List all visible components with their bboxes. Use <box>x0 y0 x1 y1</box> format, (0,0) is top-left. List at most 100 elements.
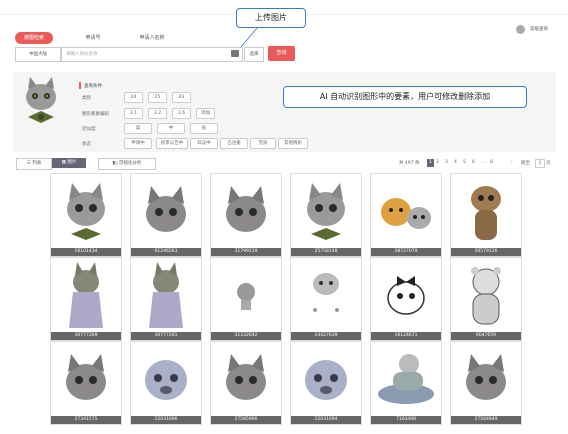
cat-icon <box>66 354 106 400</box>
cat-bow-icon <box>67 183 105 240</box>
visual-analysis-label: 可视化分析 <box>118 161 142 166</box>
result-id: 01246563 <box>131 248 201 256</box>
page-number[interactable]: 4 <box>454 160 457 165</box>
husky-icon <box>149 262 183 328</box>
result-card[interactable]: 28727079 <box>370 173 442 257</box>
cat-standing-icon <box>471 186 501 240</box>
result-id: 6047659 <box>451 332 521 340</box>
filter-label-figure-code: 图形要素编码 <box>82 112 109 117</box>
page-number[interactable]: ... <box>481 160 485 165</box>
result-id: 28727079 <box>371 248 441 256</box>
result-id: 7163498 <box>371 416 441 424</box>
page-number[interactable]: 5 <box>463 160 466 165</box>
figure-code-3-1[interactable]: 3.1 <box>124 108 143 119</box>
page-number[interactable]: 3 <box>445 160 448 165</box>
query-image-thumbnail <box>26 77 56 123</box>
result-id: 14427639 <box>291 332 361 340</box>
class-tag-24[interactable]: 24 <box>124 92 143 103</box>
figure-code-3-2[interactable]: 3.2 <box>148 108 167 119</box>
result-card[interactable]: 22031096 <box>130 341 202 425</box>
result-card[interactable]: 31332642 <box>210 257 282 341</box>
prev-page-icon[interactable]: ‹ <box>418 160 420 165</box>
status-invalid[interactable]: 无效 <box>250 138 276 149</box>
class-tag-25[interactable]: 25 <box>148 92 167 103</box>
similarity-medium[interactable]: 中 <box>157 123 185 134</box>
result-card[interactable]: 30777261 <box>130 257 202 341</box>
result-id: 27341575 <box>51 416 121 424</box>
result-id: 30777269 <box>51 332 121 340</box>
result-id: 16101434 <box>51 248 121 256</box>
cat-icon <box>146 186 186 232</box>
pug-icon <box>145 360 187 400</box>
camera-icon[interactable] <box>231 50 239 57</box>
grid-view-label: 图片 <box>67 160 77 165</box>
result-id: 31332642 <box>211 332 281 340</box>
result-id: 20579126 <box>451 248 521 256</box>
add-figure-code-button[interactable]: 添加 <box>196 108 215 119</box>
result-card[interactable]: 31799219 <box>210 173 282 257</box>
result-id: 30777261 <box>131 332 201 340</box>
query-button[interactable]: 查询 <box>268 46 295 61</box>
result-id: 22031094 <box>291 416 361 424</box>
result-card[interactable]: 16101434 <box>50 173 122 257</box>
list-view-button[interactable]: ☰ 列表 <box>16 158 52 170</box>
result-id: 27504949 <box>451 416 521 424</box>
goto-page-input[interactable]: 1 <box>535 159 545 168</box>
visual-analysis-button[interactable]: ▮▯ 可视化分析 <box>98 158 156 170</box>
result-id: 27585966 <box>211 416 281 424</box>
status-registered[interactable]: 已注册 <box>220 138 248 149</box>
page-number[interactable]: 2 <box>436 160 439 165</box>
page-number[interactable]: 6 <box>472 160 475 165</box>
similarity-high[interactable]: 高 <box>124 123 152 134</box>
pug-icon <box>305 360 347 400</box>
status-preliminary[interactable]: 初审公告中 <box>156 138 188 149</box>
result-id: 16124671 <box>371 332 441 340</box>
cat-bow-icon <box>307 183 345 240</box>
figure-code-3-6[interactable]: 3.6 <box>172 108 191 119</box>
filter-label-similarity: 近似度 <box>82 127 96 132</box>
result-id: 25758148 <box>291 248 361 256</box>
cat-icon <box>466 354 506 400</box>
cat-sketch-icon <box>313 273 339 312</box>
status-other[interactable]: 其他情形 <box>278 138 308 149</box>
result-card[interactable]: 16124671 <box>370 257 442 341</box>
filter-title-marker <box>79 82 81 89</box>
result-card[interactable]: 22031094 <box>290 341 362 425</box>
browse-button[interactable]: 选择 <box>244 47 264 62</box>
goto-unit: 页 <box>546 161 551 166</box>
result-card[interactable]: 27585966 <box>210 341 282 425</box>
similarity-low[interactable]: 低 <box>190 123 218 134</box>
result-card[interactable]: 25758148 <box>290 173 362 257</box>
class-tag-43[interactable]: 43 <box>172 92 191 103</box>
result-count: 共 497 条 <box>399 161 420 166</box>
result-card[interactable]: 27504949 <box>450 341 522 425</box>
small-cat-icon <box>237 283 255 310</box>
page-number[interactable]: 8 <box>490 160 493 165</box>
filter-label-class: 类别 <box>82 96 91 101</box>
result-card[interactable]: 20579126 <box>450 173 522 257</box>
callout-ai: AI 自动识别图形中的要素，用户可修改删除添加 <box>283 86 527 108</box>
dog-cat-icon <box>381 198 431 229</box>
result-id: 31799219 <box>211 248 281 256</box>
result-card[interactable]: 30777269 <box>50 257 122 341</box>
next-page-icon[interactable]: › <box>511 160 513 165</box>
goto-label: 跳至 <box>521 161 530 166</box>
result-card[interactable]: 6047659 <box>450 257 522 341</box>
search-input[interactable]: 请输入商标名称 <box>61 47 243 62</box>
list-view-label: 列表 <box>32 161 42 166</box>
cat-icon <box>226 354 266 400</box>
page-number[interactable]: 1 <box>427 159 434 167</box>
result-card[interactable]: 01246563 <box>130 173 202 257</box>
status-applying[interactable]: 申请中 <box>124 138 152 149</box>
status-opposition[interactable]: 异议中 <box>190 138 218 149</box>
result-card[interactable]: 14427639 <box>290 257 362 341</box>
filter-label-status: 状态 <box>82 142 91 147</box>
result-card[interactable]: 7163498 <box>370 341 442 425</box>
result-card[interactable]: 27341575 <box>50 341 122 425</box>
bear-lying-icon <box>378 354 434 404</box>
country-select[interactable]: 中国大陆 <box>15 47 61 62</box>
cat-icon <box>226 186 266 232</box>
grid-view-button[interactable]: ▦ 图片 <box>52 158 86 168</box>
husky-icon <box>69 262 103 328</box>
dog-bow-icon <box>387 276 425 315</box>
